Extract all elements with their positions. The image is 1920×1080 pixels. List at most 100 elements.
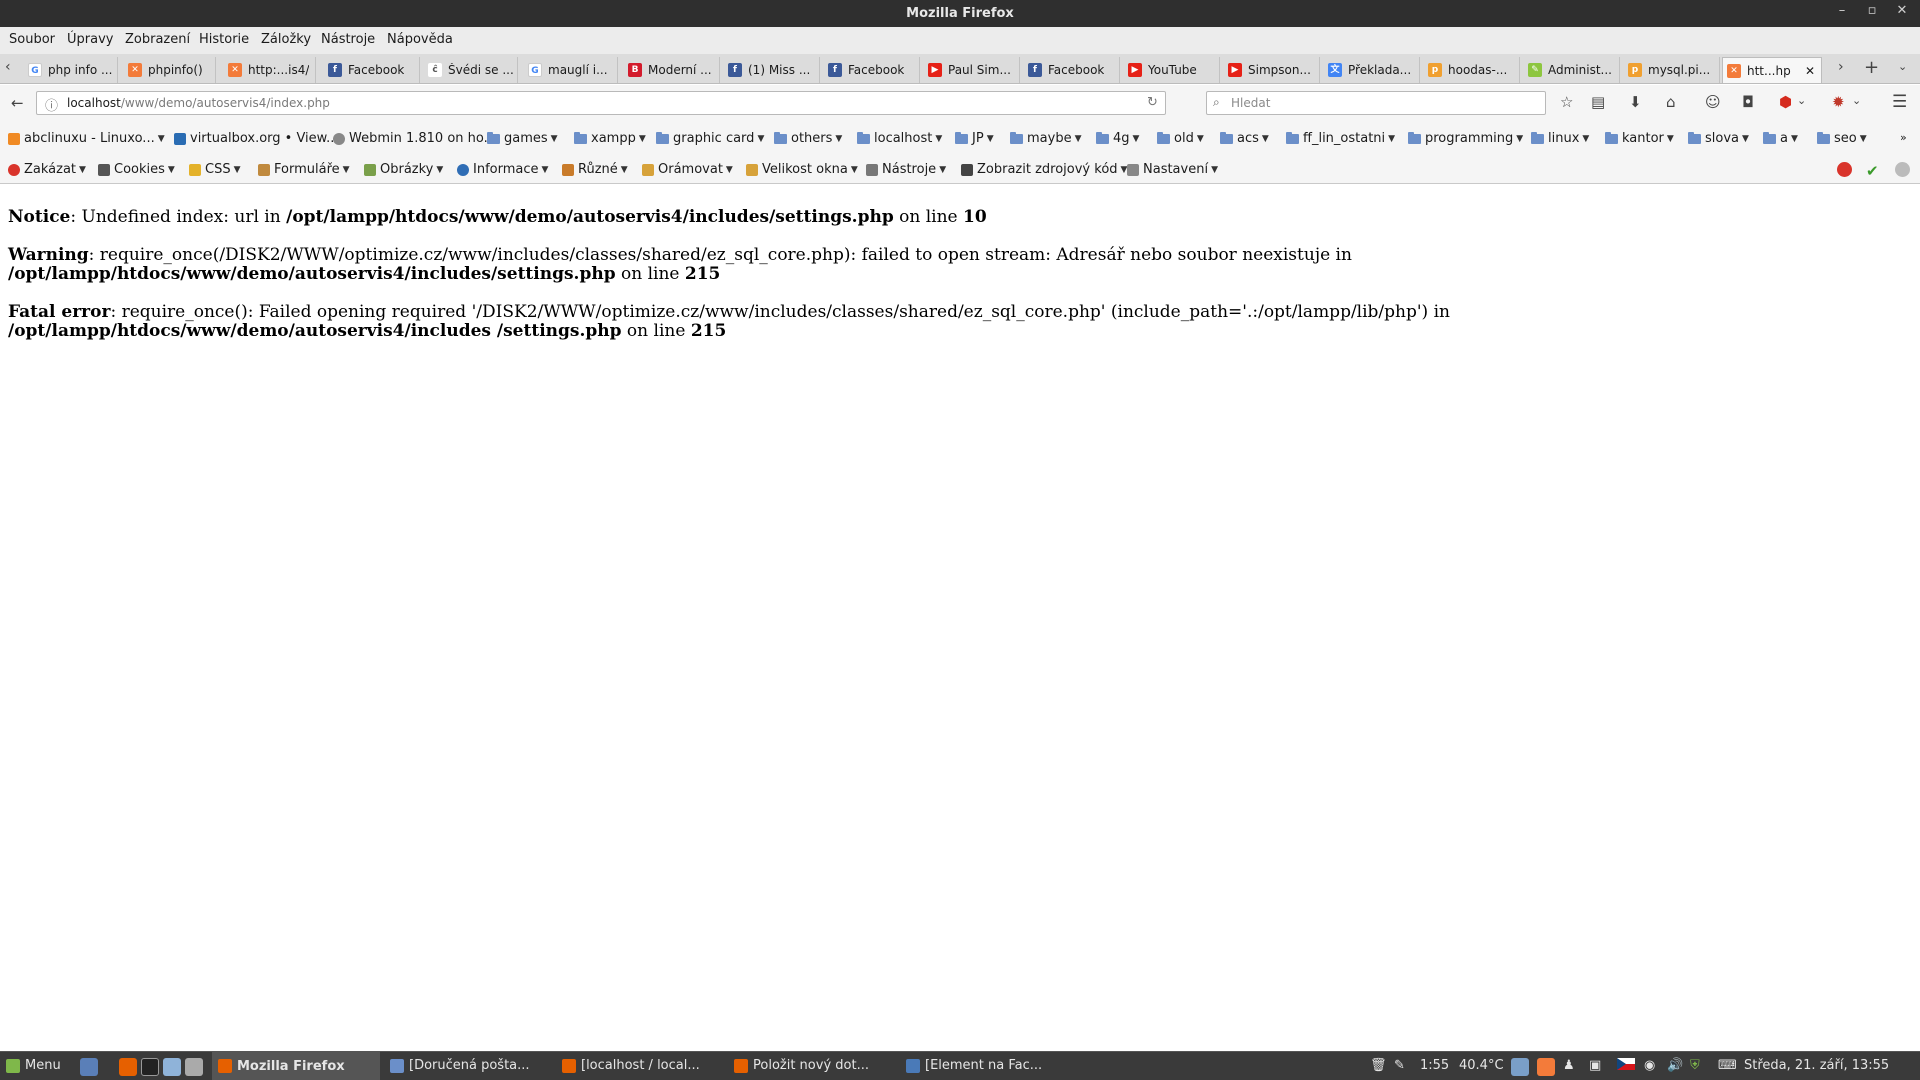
bookmarks-library-icon[interactable]: ▤ — [1591, 93, 1605, 111]
new-tab-icon[interactable]: + — [1864, 57, 1879, 78]
bookmark-item[interactable]: Webmin 1.810 on ho... — [333, 131, 496, 146]
bookmark-folder[interactable]: maybe ▼ — [1010, 131, 1082, 146]
tab-scroll-left-icon[interactable]: ‹ — [5, 59, 11, 75]
tab[interactable]: ▶ YouTube — [1124, 57, 1220, 83]
show-desktop-icon[interactable] — [80, 1058, 98, 1076]
taskbar-window-firefox[interactable]: Mozilla Firefox — [212, 1052, 380, 1080]
status-icon[interactable] — [1895, 162, 1914, 177]
close-tab-icon[interactable]: ✕ — [1805, 64, 1815, 78]
menu-historie[interactable]: Historie — [199, 32, 249, 47]
bookmark-folder[interactable]: JP ▼ — [955, 131, 994, 146]
tab[interactable]: ▶ Simpson... — [1224, 57, 1320, 83]
firefox-launcher-icon[interactable] — [119, 1058, 137, 1076]
dev-misc-menu[interactable]: Různé ▼ — [562, 162, 628, 177]
volume-icon[interactable]: 🔊 — [1667, 1058, 1683, 1073]
bookmark-folder[interactable]: programming ▼ — [1408, 131, 1523, 146]
menu-napoveda[interactable]: Nápověda — [387, 32, 453, 47]
downloads-icon[interactable]: ⬇ — [1629, 93, 1642, 111]
tab[interactable]: f (1) Miss ... — [724, 57, 820, 83]
dev-disable-menu[interactable]: Zakázat ▼ — [8, 162, 86, 177]
dev-images-menu[interactable]: Obrázky ▼ — [364, 162, 443, 177]
bookmark-folder[interactable]: ff_lin_ostatni ▼ — [1286, 131, 1395, 146]
maximize-icon[interactable]: ▫ — [1862, 3, 1882, 18]
menu-zalozky[interactable]: Záložky — [261, 32, 311, 47]
dev-outline-menu[interactable]: Orámovat ▼ — [642, 162, 733, 177]
xampp-tray-icon[interactable] — [1537, 1058, 1555, 1076]
chevron-down-icon[interactable]: ⌄ — [1797, 94, 1806, 107]
tray-app-icon[interactable] — [1511, 1058, 1529, 1076]
terminal-launcher-icon[interactable] — [141, 1058, 159, 1076]
bookmark-folder[interactable]: a ▼ — [1763, 131, 1798, 146]
minimize-icon[interactable]: – — [1832, 3, 1852, 18]
back-icon[interactable]: ← — [11, 94, 24, 112]
tab[interactable]: B Moderní ... — [624, 57, 720, 83]
bookmark-folder[interactable]: acs ▼ — [1220, 131, 1269, 146]
app-launcher-icon[interactable] — [185, 1058, 203, 1076]
dev-options-menu[interactable]: Nastavení ▼ — [1127, 162, 1218, 177]
shield-icon[interactable]: ⛨ — [1690, 1058, 1700, 1073]
bookmark-folder[interactable]: others ▼ — [774, 131, 842, 146]
address-bar[interactable]: ⓘ localhost/www/demo/autoservis4/index.p… — [36, 91, 1166, 115]
user-icon[interactable]: ♟ — [1563, 1058, 1575, 1073]
chat-icon[interactable]: ☺ — [1705, 93, 1721, 111]
extension-icon[interactable]: ✹ — [1832, 93, 1845, 111]
notes-icon[interactable]: ✎ — [1394, 1058, 1405, 1073]
bookmarks-overflow-icon[interactable]: » — [1900, 131, 1907, 144]
tab[interactable]: p mysql.pi... — [1624, 57, 1720, 83]
info-icon[interactable]: ⓘ — [45, 95, 58, 114]
wifi-icon[interactable]: ◉ — [1644, 1058, 1655, 1073]
bookmark-folder[interactable]: xampp ▼ — [574, 131, 646, 146]
dev-information-menu[interactable]: Informace ▼ — [457, 162, 548, 177]
adblock-icon[interactable]: ⬢ — [1779, 93, 1792, 111]
search-field[interactable]: ⌕ Hledat — [1206, 91, 1546, 115]
dev-css-menu[interactable]: CSS ▼ — [189, 162, 241, 177]
taskbar-window[interactable]: Položit nový dot... — [734, 1058, 869, 1073]
tab[interactable]: Gphp info ... — [24, 57, 118, 83]
home-icon[interactable]: ⌂ — [1666, 93, 1676, 111]
close-window-icon[interactable]: ✕ — [1892, 3, 1912, 18]
tab[interactable]: 文 Překlada... — [1324, 57, 1420, 83]
tab-scroll-right-icon[interactable]: › — [1838, 59, 1844, 75]
files-launcher-icon[interactable] — [163, 1058, 181, 1076]
tab[interactable]: ĉ Švédi se ... — [424, 57, 518, 83]
bookmark-folder[interactable]: old ▼ — [1157, 131, 1204, 146]
bookmark-folder[interactable]: slova ▼ — [1688, 131, 1749, 146]
reload-icon[interactable]: ↻ — [1147, 95, 1158, 110]
chevron-down-icon[interactable]: ⌄ — [1852, 94, 1861, 107]
tab[interactable]: ✕ http:...is4/ — [224, 57, 316, 83]
bookmark-item[interactable]: virtualbox.org • View... — [174, 131, 339, 146]
dev-tools-menu[interactable]: Nástroje ▼ — [866, 162, 946, 177]
tab[interactable]: f Facebook — [824, 57, 920, 83]
menu-nastroje[interactable]: Nástroje — [321, 32, 375, 47]
dev-view-source-menu[interactable]: Zobrazit zdrojový kód ▼ — [961, 162, 1127, 177]
bookmark-item[interactable]: abclinuxu - Linuxo... ▼ — [8, 131, 165, 146]
tab[interactable]: ✕ phpinfo() — [124, 57, 216, 83]
hamburger-menu-icon[interactable]: ☰ — [1892, 92, 1907, 112]
keyboard-icon[interactable]: ⌨ — [1718, 1058, 1737, 1073]
dev-forms-menu[interactable]: Formuláře ▼ — [258, 162, 350, 177]
menu-zobrazeni[interactable]: Zobrazení — [125, 32, 190, 47]
tab[interactable]: ✎ Administ... — [1524, 57, 1620, 83]
bookmark-folder[interactable]: seo ▼ — [1817, 131, 1867, 146]
trash-icon[interactable]: 🗑 — [1370, 1058, 1387, 1073]
tab-list-icon[interactable]: ⌄ — [1898, 60, 1907, 73]
tab[interactable]: f Facebook — [324, 57, 420, 83]
bookmark-folder[interactable]: localhost ▼ — [857, 131, 942, 146]
czech-flag-icon[interactable] — [1617, 1058, 1635, 1070]
errors-icon[interactable] — [1837, 162, 1856, 177]
taskbar-window[interactable]: [Element na Fac... — [906, 1058, 1042, 1073]
dev-cookies-menu[interactable]: Cookies ▼ — [98, 162, 175, 177]
tab[interactable]: Gmauglí i... — [524, 57, 618, 83]
menu-upravy[interactable]: Úpravy — [67, 32, 113, 47]
bookmark-folder[interactable]: linux ▼ — [1531, 131, 1589, 146]
tab[interactable]: f Facebook — [1024, 57, 1120, 83]
pocket-icon[interactable]: ◘ — [1742, 93, 1754, 111]
tab[interactable]: ▶ Paul Sim... — [924, 57, 1020, 83]
taskbar-window[interactable]: [Doručená pošta... — [390, 1058, 530, 1073]
taskbar-window[interactable]: [localhost / local... — [562, 1058, 700, 1073]
valid-check-icon[interactable]: ✔ — [1866, 162, 1879, 180]
tab-active[interactable]: ✕ htt...hp ✕ — [1722, 57, 1822, 83]
menu-soubor[interactable]: Soubor — [9, 32, 55, 47]
bookmark-star-icon[interactable]: ☆ — [1560, 93, 1573, 111]
clipboard-icon[interactable]: ▣ — [1589, 1058, 1601, 1073]
